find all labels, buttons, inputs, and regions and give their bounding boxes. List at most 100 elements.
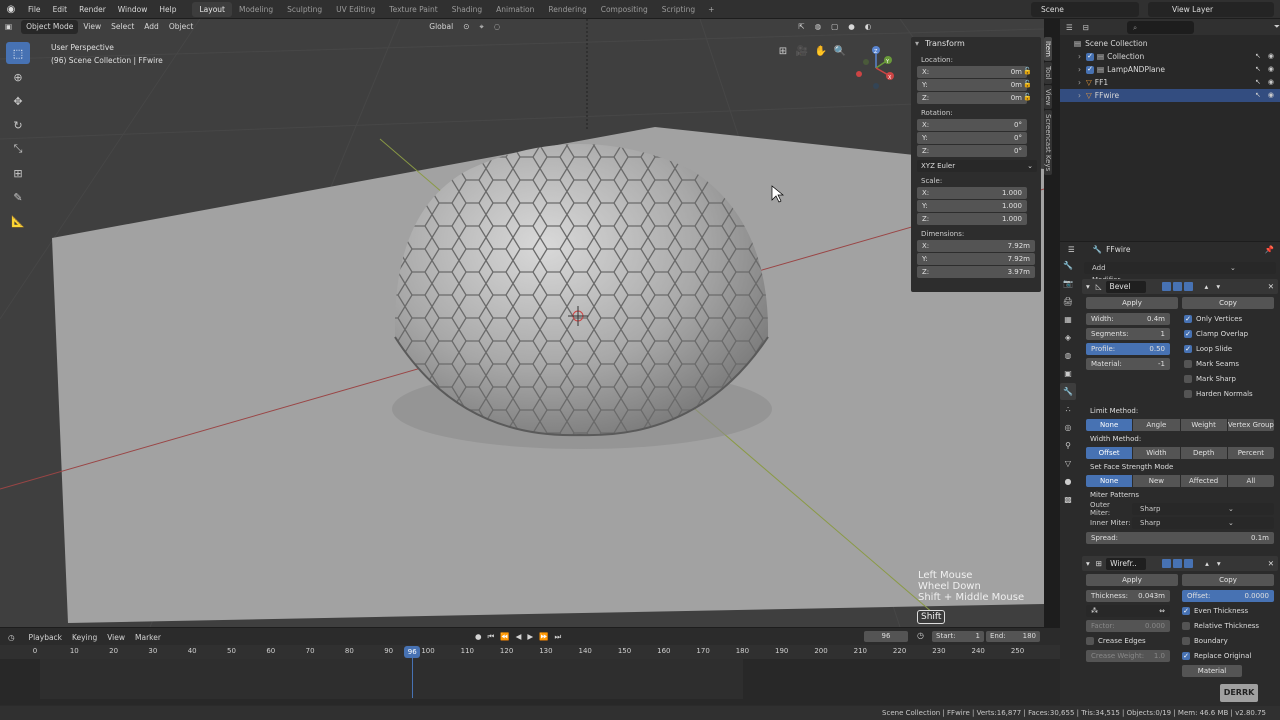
menu-marker[interactable]: Marker	[135, 633, 161, 642]
outliner-row-ff1[interactable]: › ▽ FF1 ↖ ◉	[1060, 76, 1280, 89]
relative-thickness-checkbox[interactable]: Relative Thickness	[1182, 620, 1274, 632]
tab-layout[interactable]: Layout	[192, 1, 232, 17]
overlay-toggle-icon[interactable]: ◍	[810, 20, 827, 34]
location-x-field[interactable]: X: 0m	[917, 66, 1027, 78]
camera-view-icon[interactable]: 🎥	[793, 42, 811, 60]
output-tab-icon[interactable]: 🖨	[1060, 293, 1076, 310]
grid-view-icon[interactable]: ⊞	[774, 42, 792, 60]
object-tab-icon[interactable]: ▣	[1060, 365, 1076, 382]
face-strength-all-option[interactable]: All	[1227, 475, 1274, 487]
tab-compositing[interactable]: Compositing	[594, 2, 655, 17]
pin-icon[interactable]: 📌	[1265, 245, 1274, 254]
scene-tab-icon[interactable]: ◈	[1060, 329, 1076, 346]
search-input[interactable]: ⌕	[1127, 20, 1194, 34]
particles-tab-icon[interactable]: ∴	[1060, 401, 1076, 418]
outliner-row-collection[interactable]: › ✓ ▤ Collection ↖ ◉	[1060, 50, 1280, 63]
rotation-y-field[interactable]: Y: 0°	[917, 132, 1027, 144]
width-percent-option[interactable]: Percent	[1227, 447, 1274, 459]
rotation-mode-dropdown[interactable]: XYZ Euler ⌄	[917, 160, 1037, 172]
current-frame-field[interactable]: 96	[864, 631, 908, 642]
transform-tool-icon[interactable]: ⊞	[6, 162, 30, 184]
outliner-root[interactable]: ▤ Scene Collection	[1060, 37, 1280, 50]
crease-weight-field[interactable]: Crease Weight: 1.0	[1086, 650, 1170, 662]
select-box-icon[interactable]: ⬚	[6, 42, 30, 64]
limit-angle-option[interactable]: Angle	[1133, 419, 1180, 431]
rotation-x-field[interactable]: X: 0°	[917, 119, 1027, 131]
add-modifier-dropdown[interactable]: Add Modifier⌄	[1084, 262, 1276, 284]
editor-type-icon[interactable]: ☰	[1068, 245, 1075, 254]
shading-solid-icon[interactable]: ●	[843, 20, 860, 34]
scene-selector[interactable]: Scene	[1031, 2, 1139, 17]
crease-edges-checkbox[interactable]: Crease Edges	[1086, 635, 1170, 647]
tab-item[interactable]: Item	[1044, 37, 1052, 61]
bevel-apply-button[interactable]: Apply	[1086, 297, 1178, 309]
rotate-tool-icon[interactable]: ↻	[6, 114, 30, 136]
menu-file[interactable]: File	[22, 0, 47, 19]
menu-view[interactable]: View	[78, 20, 106, 34]
face-strength-affected-option[interactable]: Affected	[1180, 475, 1227, 487]
pan-hand-icon[interactable]: ✋	[812, 42, 830, 60]
measure-tool-icon[interactable]: 📐	[6, 210, 30, 232]
mark-seams-checkbox[interactable]: Mark Seams	[1184, 358, 1253, 370]
only-vertices-checkbox[interactable]: ✓ Only Vertices	[1184, 313, 1253, 325]
face-strength-none-option[interactable]: None	[1086, 475, 1133, 487]
spread-field[interactable]: Spread: 0.1m	[1086, 532, 1274, 544]
view-layer-tab-icon[interactable]: ▦	[1060, 311, 1076, 328]
tab-sculpting[interactable]: Sculpting	[280, 2, 329, 17]
add-workspace-icon[interactable]: +	[702, 5, 720, 14]
bevel-copy-button[interactable]: Copy	[1182, 297, 1274, 309]
material-offset-field[interactable]: Material	[1182, 665, 1242, 677]
shading-material-icon[interactable]: ◐	[860, 20, 877, 34]
rotation-z-field[interactable]: Z: 0°	[917, 145, 1027, 157]
bevel-segments-field[interactable]: Segments: 1	[1086, 328, 1170, 340]
menu-window[interactable]: Window	[112, 0, 154, 19]
dimension-z-field[interactable]: Z: 3.97m	[917, 266, 1035, 278]
menu-keying[interactable]: Keying	[72, 633, 97, 642]
dimension-y-field[interactable]: Y: 7.92m	[917, 253, 1035, 265]
scale-z-field[interactable]: Z: 1.000	[917, 213, 1027, 225]
tab-tool[interactable]: Tool	[1044, 61, 1052, 84]
inner-miter-dropdown[interactable]: Sharp ⌄	[1132, 517, 1274, 529]
clock-icon[interactable]: ◷	[917, 631, 924, 640]
bevel-profile-slider[interactable]: Profile: 0.50	[1086, 343, 1170, 355]
outer-miter-dropdown[interactable]: Sharp ⌄	[1132, 503, 1274, 515]
gizmo-toggle-icon[interactable]: ⇱	[793, 20, 809, 34]
tab-screencast-keys[interactable]: Screencast Keys	[1044, 110, 1052, 176]
tab-texture-paint[interactable]: Texture Paint	[382, 2, 444, 17]
boundary-checkbox[interactable]: Boundary	[1182, 635, 1274, 647]
width-depth-option[interactable]: Depth	[1180, 447, 1227, 459]
loop-slide-checkbox[interactable]: ✓ Loop Slide	[1184, 343, 1253, 355]
modifier-tab-icon[interactable]: 🔧	[1060, 383, 1076, 400]
frame-ruler[interactable]: 0 10 20 30 40 50 60 70 80 90 100 110 120 130 140 150 160…	[0, 645, 1060, 659]
lock-icon[interactable]: 🔓	[1023, 67, 1032, 75]
filter-icon[interactable]: ⏷	[1274, 22, 1280, 32]
start-frame-field[interactable]: Start: 1	[932, 631, 984, 642]
width-width-option[interactable]: Width	[1133, 447, 1180, 459]
wire-copy-button[interactable]: Copy	[1182, 574, 1274, 586]
proportional-edit-icon[interactable]: ◌	[489, 20, 506, 34]
replace-original-checkbox[interactable]: ✓ Replace Original	[1182, 650, 1274, 662]
outliner-row-ffwire[interactable]: › ▽ FFwire ↖ ◉	[1060, 89, 1280, 102]
lock-icon[interactable]: 🔓	[1023, 93, 1032, 101]
bevel-material-field[interactable]: Material: -1	[1086, 358, 1170, 370]
face-strength-new-option[interactable]: New	[1133, 475, 1180, 487]
even-thickness-checkbox[interactable]: ✓ Even Thickness	[1182, 605, 1274, 617]
scale-x-field[interactable]: X: 1.000	[917, 187, 1027, 199]
cursor-tool-icon[interactable]: ⊕	[6, 66, 30, 88]
limit-vertex-group-option[interactable]: Vertex Group	[1227, 419, 1274, 431]
wireframe-name-field[interactable]: Wirefr..	[1106, 557, 1147, 570]
tab-animation[interactable]: Animation	[489, 2, 541, 17]
render-tab-icon[interactable]: 📷	[1060, 275, 1076, 292]
tab-view[interactable]: View	[1044, 84, 1052, 110]
view-layer-selector[interactable]: View Layer	[1148, 2, 1274, 17]
menu-help[interactable]: Help	[153, 0, 182, 19]
close-icon[interactable]: ✕	[1268, 559, 1274, 568]
outliner-row-lamp[interactable]: › ✓ ▤ LampANDPlane ↖ ◉	[1060, 63, 1280, 76]
scale-y-field[interactable]: Y: 1.000	[917, 200, 1027, 212]
move-tool-icon[interactable]: ✥	[6, 90, 30, 112]
display-mode-icon[interactable]: ⊟	[1083, 23, 1089, 32]
width-offset-option[interactable]: Offset	[1086, 447, 1133, 459]
snap-icon[interactable]: ⌖	[475, 20, 489, 34]
wireframe-modifier-header[interactable]: ▾ ⊞ Wirefr.. ▴ ▾ ✕	[1082, 556, 1278, 571]
axis-gizmo[interactable]: Z Y X	[852, 42, 896, 90]
